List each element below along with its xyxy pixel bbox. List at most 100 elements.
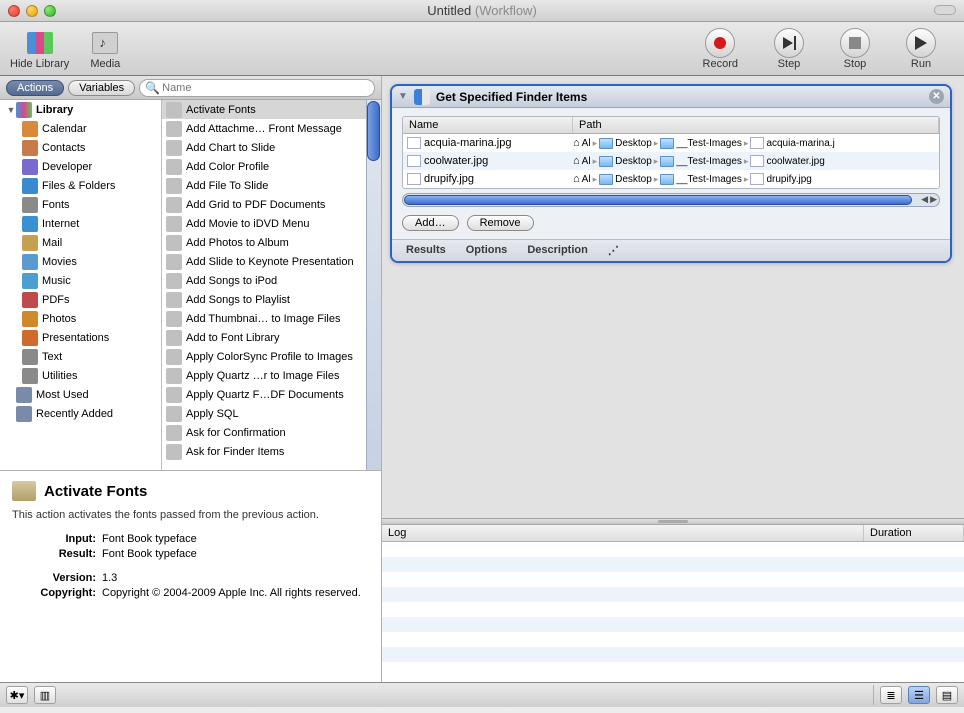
log-col-log[interactable]: Log <box>382 525 864 541</box>
scrollbar-thumb[interactable] <box>404 195 912 205</box>
stop-button[interactable]: Stop <box>840 28 870 70</box>
col-name[interactable]: Name <box>403 117 573 133</box>
table-header: Name Path <box>403 117 939 134</box>
library-root[interactable]: ▼ Library <box>0 100 161 119</box>
actions-list[interactable]: Activate Fonts Add Attachme… Front Messag… <box>162 100 381 470</box>
sidebar-item-fonts[interactable]: Fonts <box>0 195 161 214</box>
workflow-panel: ▼ Get Specified Finder Items ✕ Name Path… <box>382 76 964 682</box>
action-item[interactable]: Add File To Slide <box>162 176 381 195</box>
action-item[interactable]: Apply ColorSync Profile to Images <box>162 347 381 366</box>
sidebar-item-label: Photos <box>42 313 76 325</box>
horizontal-scrollbar[interactable]: ◀▶ <box>402 193 940 207</box>
scroll-right-icon[interactable]: ▶ <box>930 194 937 205</box>
table-row[interactable]: coolwater.jpg⌂ Al ▸ Desktop ▸ __Test-Ima… <box>403 152 939 170</box>
footer-results[interactable]: Results <box>406 244 446 257</box>
folder-icon <box>660 174 674 185</box>
table-row[interactable]: acquia-marina.jpg⌂ Al ▸ Desktop ▸ __Test… <box>403 134 939 152</box>
scroll-left-icon[interactable]: ◀ <box>921 194 928 205</box>
action-icon <box>166 235 182 251</box>
table-row[interactable]: drupify.jpg⌂ Al ▸ Desktop ▸ __Test-Image… <box>403 170 939 188</box>
sidebar-item-movies[interactable]: Movies <box>0 252 161 271</box>
sidebar-item-mail[interactable]: Mail <box>0 233 161 252</box>
log-col-duration[interactable]: Duration <box>864 525 964 541</box>
run-button[interactable]: Run <box>906 28 936 70</box>
action-icon <box>166 140 182 156</box>
action-item[interactable]: Add Thumbnai… to Image Files <box>162 309 381 328</box>
action-item[interactable]: Add Color Profile <box>162 157 381 176</box>
sidebar-item-pdfs[interactable]: PDFs <box>0 290 161 309</box>
action-item[interactable]: Add Grid to PDF Documents <box>162 195 381 214</box>
library-tree[interactable]: ▼ Library Calendar Contacts DeveloperFiles… <box>0 100 162 470</box>
pane-toggle-button[interactable]: ▥ <box>34 686 56 704</box>
file-icon <box>407 137 421 149</box>
record-button[interactable]: Record <box>703 28 738 70</box>
workflow-action-box: ▼ Get Specified Finder Items ✕ Name Path… <box>390 84 952 263</box>
search-input[interactable] <box>139 79 375 97</box>
action-item[interactable]: Apply Quartz F…DF Documents <box>162 385 381 404</box>
action-item[interactable]: Apply Quartz …r to Image Files <box>162 366 381 385</box>
action-icon <box>166 387 182 403</box>
sidebar-item-utilities[interactable]: Utilities <box>0 366 161 385</box>
sidebar-item-internet[interactable]: Internet <box>0 214 161 233</box>
action-item[interactable]: Add Photos to Album <box>162 233 381 252</box>
sidebar-item-label: Contacts <box>42 142 85 154</box>
sidebar-item-developer[interactable]: Developer <box>0 157 161 176</box>
action-icon <box>166 349 182 365</box>
sidebar-item-presentations[interactable]: Presentations <box>0 328 161 347</box>
toolbar-pill-button[interactable] <box>934 5 956 15</box>
action-item[interactable]: Apply SQL <box>162 404 381 423</box>
tab-actions[interactable]: Actions <box>6 80 64 96</box>
action-item[interactable]: Add Songs to iPod <box>162 271 381 290</box>
gear-menu-button[interactable]: ✱▾ <box>6 686 28 704</box>
view-log-button[interactable]: ▤ <box>936 686 958 704</box>
disclosure-triangle-icon[interactable]: ▼ <box>398 91 408 102</box>
sidebar-item-most-used[interactable]: Most Used <box>0 385 161 404</box>
remove-button[interactable]: Remove <box>467 215 534 231</box>
action-header[interactable]: ▼ Get Specified Finder Items ✕ <box>392 86 950 108</box>
action-icon <box>166 292 182 308</box>
close-action-button[interactable]: ✕ <box>929 89 944 104</box>
add-button[interactable]: Add… <box>402 215 459 231</box>
step-button[interactable]: Step <box>774 28 804 70</box>
finder-items-table[interactable]: Name Path acquia-marina.jpg⌂ Al ▸ Deskto… <box>402 116 940 189</box>
col-path[interactable]: Path <box>573 117 939 133</box>
sidebar-item-contacts[interactable]: Contacts <box>0 138 161 157</box>
sidebar-item-text[interactable]: Text <box>0 347 161 366</box>
footer-description[interactable]: Description <box>527 244 588 257</box>
disclosure-triangle-icon[interactable]: ▼ <box>6 105 16 115</box>
action-item[interactable]: Ask for Confirmation <box>162 423 381 442</box>
title-sub: (Workflow) <box>475 3 537 18</box>
tab-variables[interactable]: Variables <box>68 80 135 96</box>
action-item[interactable]: Add Movie to iDVD Menu <box>162 214 381 233</box>
sidebar-item-photos[interactable]: Photos <box>0 309 161 328</box>
hide-library-button[interactable]: Hide Library <box>10 28 69 70</box>
sidebar-item-calendar[interactable]: Calendar <box>0 119 161 138</box>
action-label: Add Songs to iPod <box>186 275 277 287</box>
resize-grip-icon[interactable]: ⋰ <box>608 244 619 257</box>
footer-options[interactable]: Options <box>466 244 508 257</box>
description-body: This action activates the fonts passed f… <box>12 509 369 521</box>
search-field-wrap: 🔍 <box>139 79 375 97</box>
action-label: Activate Fonts <box>186 104 256 116</box>
view-list-button[interactable]: ☰ <box>908 686 930 704</box>
action-item[interactable]: Add Chart to Slide <box>162 138 381 157</box>
action-item[interactable]: Ask for Finder Items <box>162 442 381 461</box>
action-icon <box>166 178 182 194</box>
action-label: Apply Quartz …r to Image Files <box>186 370 339 382</box>
action-item[interactable]: Add to Font Library <box>162 328 381 347</box>
sidebar-item-label: PDFs <box>42 294 70 306</box>
action-item[interactable]: Add Songs to Playlist <box>162 290 381 309</box>
sidebar-item-files-folders[interactable]: Files & Folders <box>0 176 161 195</box>
action-item[interactable]: Activate Fonts <box>162 100 381 119</box>
media-button[interactable]: Media <box>87 28 123 70</box>
action-item[interactable]: Add Slide to Keynote Presentation <box>162 252 381 271</box>
workflow-canvas[interactable]: ▼ Get Specified Finder Items ✕ Name Path… <box>382 76 964 518</box>
view-flow-button[interactable]: ≣ <box>880 686 902 704</box>
scrollbar-thumb[interactable] <box>367 101 380 161</box>
sidebar-item-recently-added[interactable]: Recently Added <box>0 404 161 423</box>
action-item[interactable]: Add Attachme… Front Message <box>162 119 381 138</box>
actions-scrollbar[interactable] <box>366 100 381 470</box>
sidebar-item-music[interactable]: Music <box>0 271 161 290</box>
action-label: Add Movie to iDVD Menu <box>186 218 310 230</box>
media-label: Media <box>90 58 120 70</box>
